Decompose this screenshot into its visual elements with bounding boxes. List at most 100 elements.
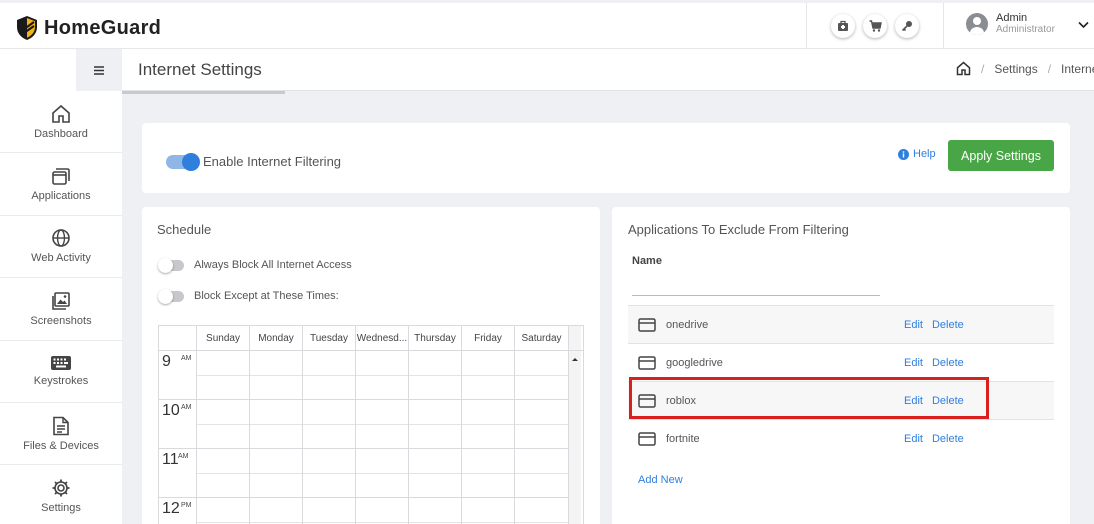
edit-link[interactable]: Edit bbox=[904, 357, 923, 369]
time-slot-column[interactable] bbox=[197, 498, 250, 524]
user-role: Administrator bbox=[996, 24, 1055, 35]
time-slot-column[interactable] bbox=[515, 498, 569, 524]
sidebar-item-label: Settings bbox=[41, 502, 81, 515]
add-new-link[interactable]: Add New bbox=[638, 474, 683, 486]
edit-link[interactable]: Edit bbox=[904, 433, 923, 445]
row-actions: Edit Delete bbox=[904, 433, 964, 445]
always-block-toggle[interactable] bbox=[158, 257, 184, 273]
menu-icon bbox=[94, 65, 104, 75]
apply-settings-button[interactable]: Apply Settings bbox=[948, 140, 1054, 171]
time-slot-column[interactable] bbox=[356, 400, 409, 449]
time-slot-column[interactable] bbox=[356, 498, 409, 524]
schedule-grid-body: 9 AM 10 AM 11 AM 12 PM bbox=[159, 351, 583, 524]
block-except-label: Block Except at These Times: bbox=[194, 290, 339, 302]
home-icon[interactable] bbox=[956, 61, 971, 76]
user-menu[interactable]: Admin Administrator bbox=[966, 13, 1055, 35]
time-slot-column[interactable] bbox=[515, 400, 569, 449]
page-title: Internet Settings bbox=[138, 60, 262, 79]
sidebar-item-label: Screenshots bbox=[30, 314, 92, 327]
sidebar-item-dashboard[interactable]: Dashboard bbox=[0, 91, 122, 154]
row-actions: Edit Delete bbox=[904, 357, 964, 369]
time-slot-column[interactable] bbox=[409, 449, 462, 498]
highlight-box bbox=[629, 377, 989, 419]
time-slot-column[interactable] bbox=[462, 351, 515, 400]
time-slot-column[interactable] bbox=[303, 351, 356, 400]
time-slot-column[interactable] bbox=[303, 449, 356, 498]
time-slot-column[interactable] bbox=[197, 351, 250, 400]
app-name: googledrive bbox=[666, 356, 723, 369]
always-block-option[interactable]: Always Block All Internet Access bbox=[158, 257, 352, 273]
scrollbar-track[interactable] bbox=[569, 449, 581, 498]
day-header: Monday bbox=[250, 326, 303, 350]
time-slot-column[interactable] bbox=[515, 351, 569, 400]
sidebar-item-screenshots[interactable]: Screenshots bbox=[0, 278, 122, 341]
page-heading-bar: Internet Settings / Settings / Interne bbox=[122, 49, 1094, 94]
filtering-card: Enable Internet Filtering Help Apply Set… bbox=[142, 123, 1070, 193]
time-slot-column[interactable] bbox=[462, 498, 515, 524]
cart-icon[interactable] bbox=[863, 14, 887, 38]
logo[interactable]: HomeGuard bbox=[16, 15, 161, 41]
hour-row: 10 AM bbox=[159, 400, 583, 449]
scrollbar-track[interactable] bbox=[569, 326, 581, 350]
time-slot-column[interactable] bbox=[250, 400, 303, 449]
avatar-icon bbox=[966, 13, 988, 35]
scrollbar-track[interactable] bbox=[569, 498, 581, 524]
app-name: fortnite bbox=[666, 432, 700, 445]
shopping-bag-icon[interactable] bbox=[831, 14, 855, 38]
key-icon[interactable] bbox=[895, 14, 919, 38]
time-slot-column[interactable] bbox=[515, 449, 569, 498]
schedule-grid: Sunday Monday Tuesday Wednesd... Thursda… bbox=[158, 325, 584, 524]
block-except-option[interactable]: Block Except at These Times: bbox=[158, 288, 339, 304]
schedule-grid-header: Sunday Monday Tuesday Wednesd... Thursda… bbox=[159, 326, 583, 351]
time-slot-column[interactable] bbox=[303, 400, 356, 449]
time-slot-column[interactable] bbox=[356, 449, 409, 498]
time-slot-column[interactable] bbox=[250, 498, 303, 524]
time-slot-column[interactable] bbox=[409, 351, 462, 400]
delete-link[interactable]: Delete bbox=[932, 433, 964, 445]
hamburger-menu-button[interactable] bbox=[76, 49, 122, 91]
delete-link[interactable]: Delete bbox=[932, 319, 964, 331]
sidebar-item-keystrokes[interactable]: Keystrokes bbox=[0, 341, 122, 403]
enable-filtering-toggle[interactable] bbox=[166, 153, 200, 171]
name-filter-input[interactable] bbox=[632, 295, 880, 296]
sidebar-item-label: Keystrokes bbox=[33, 375, 89, 388]
title-underline bbox=[122, 91, 285, 94]
time-slot-column[interactable] bbox=[462, 400, 515, 449]
hour-row: 12 PM bbox=[159, 498, 583, 524]
file-icon bbox=[53, 416, 69, 435]
chevron-down-icon[interactable] bbox=[1078, 21, 1089, 29]
schedule-card: Schedule Always Block All Internet Acces… bbox=[142, 207, 600, 524]
scrollbar-track[interactable] bbox=[569, 351, 581, 400]
header-icon-group bbox=[806, 3, 944, 49]
help-link[interactable]: Help bbox=[898, 148, 936, 160]
time-slot-column[interactable] bbox=[409, 498, 462, 524]
time-slot-column[interactable] bbox=[197, 449, 250, 498]
sidebar-item-applications[interactable]: Applications bbox=[0, 153, 122, 216]
hour-label: 11 AM bbox=[159, 449, 197, 498]
time-slot-column[interactable] bbox=[250, 351, 303, 400]
table-row: fortnite Edit Delete bbox=[628, 419, 1054, 457]
time-slot-column[interactable] bbox=[197, 400, 250, 449]
sidebar-item-settings[interactable]: Settings bbox=[0, 465, 122, 524]
delete-link[interactable]: Delete bbox=[932, 357, 964, 369]
sidebar-item-label: Applications bbox=[31, 190, 91, 203]
hour-row: 9 AM bbox=[159, 351, 583, 400]
time-slot-column[interactable] bbox=[303, 498, 356, 524]
sidebar-item-web-activity[interactable]: Web Activity bbox=[0, 216, 122, 279]
sidebar: Dashboard Applications Web Activity Scre… bbox=[0, 49, 122, 524]
edit-link[interactable]: Edit bbox=[904, 319, 923, 331]
sidebar-item-files-devices[interactable]: Files & Devices bbox=[0, 403, 122, 466]
time-slot-column[interactable] bbox=[462, 449, 515, 498]
time-slot-column[interactable] bbox=[356, 351, 409, 400]
brand-name: HomeGuard bbox=[44, 16, 162, 39]
top-header: HomeGuard Admin Administrator bbox=[0, 0, 1094, 49]
time-slot-column[interactable] bbox=[250, 449, 303, 498]
applications-icon bbox=[52, 168, 70, 185]
block-except-toggle[interactable] bbox=[158, 288, 184, 304]
scrollbar-track[interactable] bbox=[569, 400, 581, 449]
time-slot-column[interactable] bbox=[409, 400, 462, 449]
breadcrumb-settings[interactable]: Settings bbox=[994, 62, 1037, 76]
scroll-up-icon[interactable] bbox=[569, 354, 581, 364]
globe-icon bbox=[52, 229, 70, 248]
window-icon bbox=[638, 431, 656, 446]
